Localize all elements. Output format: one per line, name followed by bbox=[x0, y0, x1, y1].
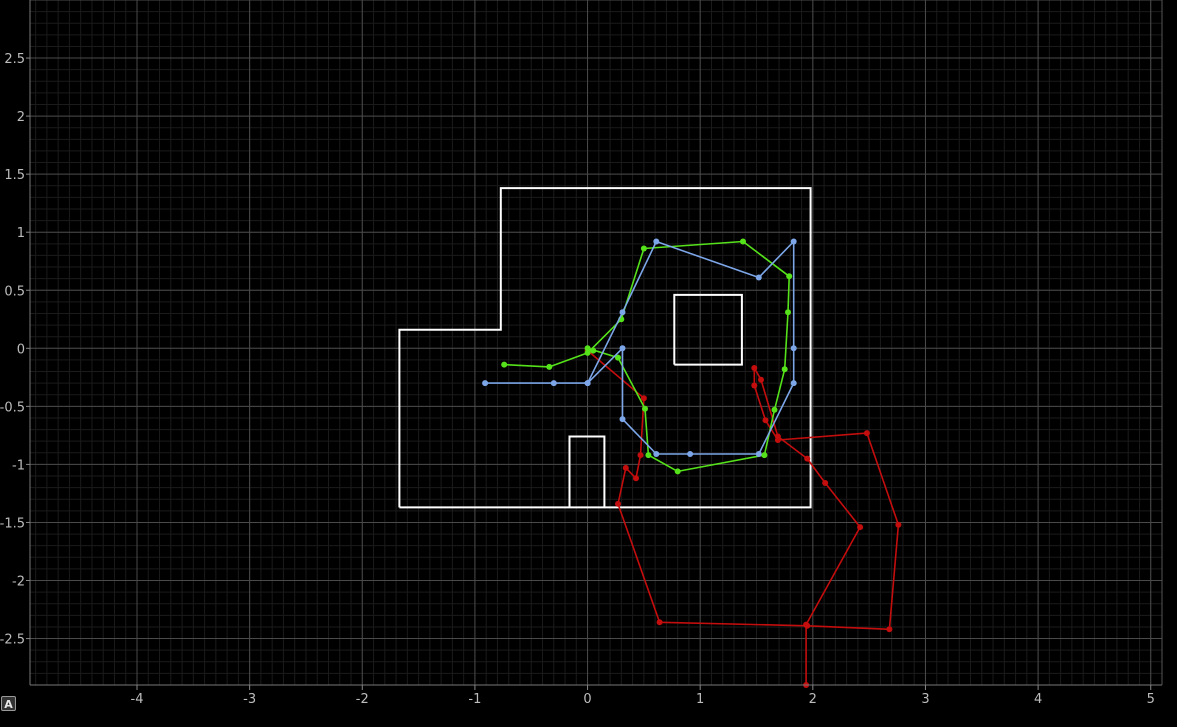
green-trajectory-point bbox=[674, 468, 681, 475]
red-trajectory-point bbox=[633, 475, 639, 482]
red-trajectory-point bbox=[762, 417, 769, 424]
green-trajectory-point bbox=[546, 363, 553, 370]
x-tick-label: 4 bbox=[1034, 692, 1042, 707]
green-trajectory-point bbox=[645, 452, 652, 459]
red-trajectory-point bbox=[895, 521, 902, 528]
x-tick-label: -3 bbox=[243, 692, 256, 707]
blue-trajectory-point bbox=[482, 380, 489, 387]
red-trajectory-point bbox=[640, 395, 647, 402]
red-trajectory-point bbox=[656, 619, 663, 626]
green-trajectory-point bbox=[740, 238, 746, 245]
blue-trajectory-point bbox=[790, 345, 797, 352]
y-tick-label: 0.5 bbox=[4, 284, 25, 299]
red-trajectory-point bbox=[751, 382, 758, 389]
y-tick-label: -0.5 bbox=[0, 400, 25, 415]
green-trajectory-point bbox=[584, 345, 591, 352]
x-tick-label: 1 bbox=[696, 692, 704, 707]
red-trajectory-point bbox=[774, 433, 781, 440]
green-trajectory-point bbox=[785, 309, 791, 316]
blue-trajectory-point bbox=[790, 238, 797, 245]
plot-background bbox=[0, 0, 1177, 727]
blue-trajectory-point bbox=[755, 274, 762, 281]
green-trajectory-point bbox=[640, 245, 647, 252]
blue-trajectory-point bbox=[653, 451, 660, 457]
red-trajectory-point bbox=[863, 430, 870, 437]
red-trajectory-point bbox=[758, 376, 764, 383]
red-trajectory-point bbox=[622, 464, 629, 471]
green-trajectory-point bbox=[781, 366, 788, 373]
green-trajectory-point bbox=[590, 347, 597, 354]
y-tick-label: -1 bbox=[12, 458, 25, 473]
y-tick-label: 1.5 bbox=[4, 168, 25, 183]
blue-trajectory-point bbox=[550, 380, 557, 387]
blue-trajectory-point bbox=[619, 309, 626, 316]
x-tick-label: -2 bbox=[356, 692, 369, 707]
y-tick-label: 2.5 bbox=[4, 52, 25, 67]
y-tick-label: 1 bbox=[17, 226, 25, 241]
autoscale-button[interactable]: A bbox=[1, 696, 16, 711]
red-trajectory-point bbox=[615, 500, 621, 507]
x-tick-label: 3 bbox=[921, 692, 929, 707]
red-trajectory-point bbox=[803, 621, 810, 628]
green-trajectory-point bbox=[761, 452, 768, 459]
x-tick-label: 2 bbox=[809, 692, 817, 707]
green-trajectory-point bbox=[786, 273, 793, 280]
y-tick-label: -2.5 bbox=[0, 633, 25, 648]
y-tick-label: -2 bbox=[12, 575, 25, 590]
blue-trajectory-point bbox=[584, 380, 591, 387]
green-trajectory-point bbox=[771, 406, 778, 413]
red-trajectory-point bbox=[857, 524, 864, 531]
trajectory-plot[interactable]: -4 -3 -2 -1 0 1 2 3 4 5 -2.5 -2 -1.5 -1 -0.5 0 0.5 1 1.5 2 2… bbox=[0, 0, 1177, 727]
blue-trajectory-point bbox=[790, 380, 797, 387]
blue-trajectory-point bbox=[619, 345, 626, 352]
green-trajectory-point bbox=[642, 405, 648, 412]
red-trajectory-point bbox=[751, 365, 758, 371]
y-tick-label: 2 bbox=[17, 110, 25, 125]
x-tick-label: -1 bbox=[468, 692, 481, 707]
blue-trajectory-point bbox=[755, 451, 762, 457]
x-tick-label: 5 bbox=[1147, 692, 1155, 707]
blue-trajectory-point bbox=[619, 416, 626, 423]
blue-trajectory-point bbox=[653, 238, 660, 245]
red-trajectory-point bbox=[886, 626, 893, 633]
x-tick-label: 0 bbox=[583, 692, 591, 707]
x-tick-label: -4 bbox=[131, 692, 144, 707]
green-trajectory-point bbox=[501, 361, 508, 368]
y-tick-label: -1.5 bbox=[0, 516, 25, 531]
red-trajectory-point bbox=[637, 452, 644, 459]
blue-trajectory-point bbox=[687, 451, 694, 457]
red-trajectory-point bbox=[822, 480, 829, 486]
red-trajectory-point bbox=[804, 455, 811, 462]
y-tick-label: 0 bbox=[17, 342, 25, 357]
